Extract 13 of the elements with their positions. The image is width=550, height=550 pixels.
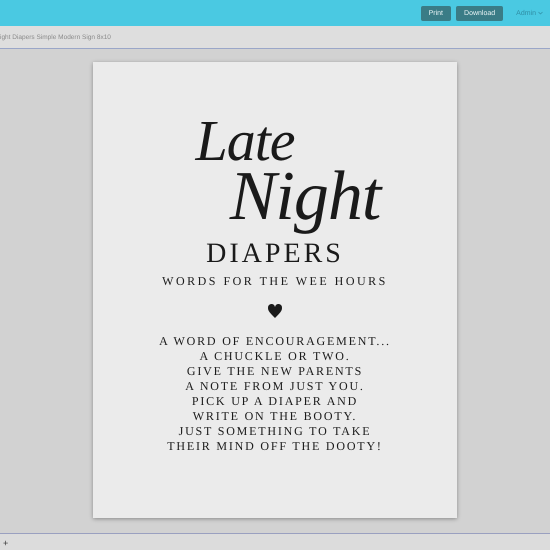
sign-title: DIAPERS: [206, 238, 344, 270]
sign-text-line: A WORD OF ENCOURAGEMENT...: [159, 335, 391, 348]
sign-text-line: THEIR MIND OFF THE DOOTY!: [167, 440, 383, 453]
sign-text-line: JUST SOMETHING TO TAKE: [178, 425, 372, 438]
sign-text-line: A CHUCKLE OR TWO.: [199, 350, 351, 363]
sign-text-line: WRITE ON THE BOOTY.: [192, 410, 358, 423]
sign-text-line: GIVE THE NEW PARENTS: [186, 365, 364, 378]
sign-subtitle: WORDS FOR THE WEE HOURS: [162, 274, 388, 289]
add-button[interactable]: +: [3, 538, 8, 548]
heart-icon: [267, 303, 283, 319]
sign-text-line: PICK UP A DIAPER AND: [192, 395, 358, 408]
caret-icon[interactable]: [538, 11, 543, 15]
sign-text-line: A NOTE FROM JUST YOU.: [185, 380, 365, 393]
